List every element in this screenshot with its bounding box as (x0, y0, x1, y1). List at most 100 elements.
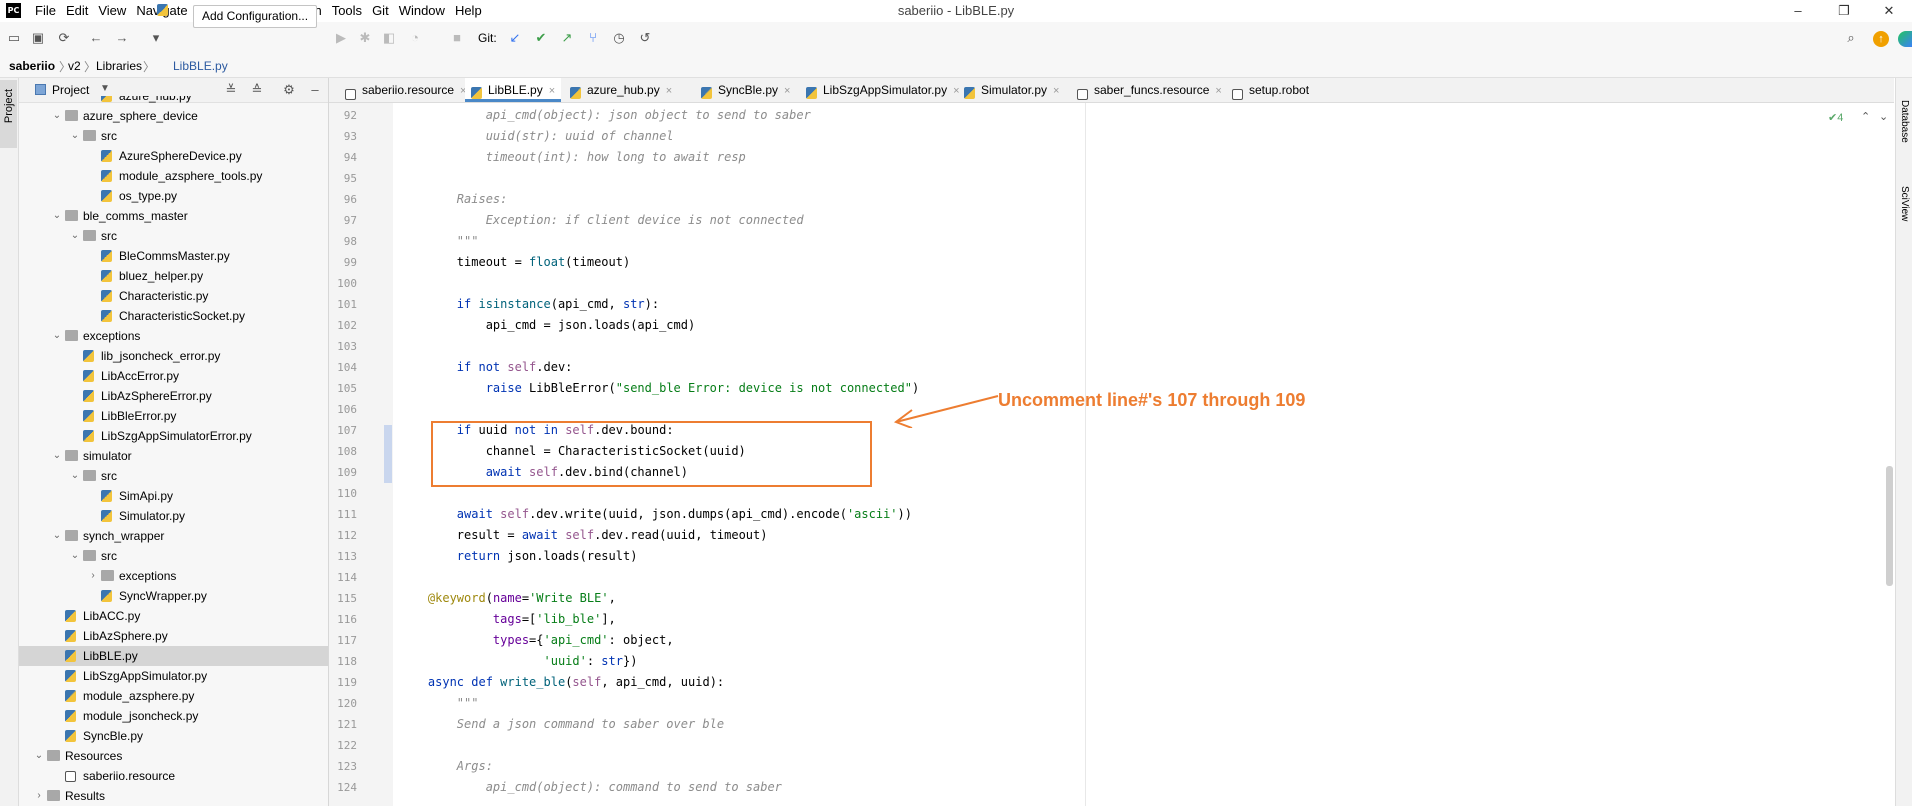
tree-file[interactable]: LibBLE.py (19, 646, 328, 666)
collapse-arrow-icon[interactable]: ⌄ (69, 126, 81, 146)
editor-tab[interactable]: setup.robot (1226, 78, 1315, 102)
code-line[interactable]: if not self.dev: (399, 357, 573, 378)
build-icon[interactable]: ▾ (148, 30, 164, 46)
stop-icon[interactable]: ■ (449, 30, 465, 46)
tree-file[interactable]: LibAccError.py (19, 366, 328, 386)
save-all-icon[interactable]: ▣ (30, 30, 46, 46)
tree-file[interactable]: os_type.py (19, 186, 328, 206)
code-line[interactable]: return json.loads(result) (399, 546, 638, 567)
tree-folder[interactable]: ⌄ exceptions (19, 326, 328, 346)
code-line[interactable]: raise LibBleError("send_ble Error: devic… (399, 378, 920, 399)
tree-file[interactable]: CharacteristicSocket.py (19, 306, 328, 326)
breadcrumb-v2[interactable]: v2 (68, 58, 81, 74)
menu-git[interactable]: Git (367, 2, 394, 20)
tree-folder[interactable]: ⌄ ble_comms_master (19, 206, 328, 226)
previous-highlight-icon[interactable]: ⌃ (1861, 110, 1870, 123)
close-window-button[interactable]: ✕ (1866, 0, 1912, 22)
code-line[interactable]: uuid(str): uuid of channel (399, 126, 674, 147)
tree-file[interactable]: saberiio.resource (19, 766, 328, 786)
menu-file[interactable]: File (30, 2, 61, 20)
tree-folder[interactable]: ⌄ src (19, 546, 328, 566)
tree-file[interactable]: LibSzgAppSimulatorError.py (19, 426, 328, 446)
editor-tab[interactable]: saberiio.resource × (339, 78, 472, 102)
code-line[interactable]: """ (399, 231, 479, 252)
expand-arrow-icon[interactable]: › (87, 566, 99, 586)
sync-icon[interactable]: ⟳ (56, 30, 72, 46)
code-line[interactable]: api_cmd = json.loads(api_cmd) (399, 315, 696, 336)
inspection-widget[interactable]: ✔4 (1828, 111, 1843, 124)
code-line[interactable]: await self.dev.write(uuid, json.dumps(ap… (399, 504, 912, 525)
tree-file[interactable]: lib_jsoncheck_error.py (19, 346, 328, 366)
tree-file[interactable]: SyncWrapper.py (19, 586, 328, 606)
editor-scrollbar-thumb[interactable] (1886, 466, 1893, 586)
tree-file[interactable]: AzureSphereDevice.py (19, 146, 328, 166)
collapse-arrow-icon[interactable]: ⌄ (69, 466, 81, 486)
code-line[interactable]: tags=['lib_ble'], (399, 609, 616, 630)
collapse-arrow-icon[interactable]: ⌄ (51, 526, 63, 546)
tree-folder[interactable]: › exceptions (19, 566, 328, 586)
toolbox-icon[interactable] (1898, 31, 1912, 47)
close-tab-icon[interactable]: × (784, 85, 790, 97)
database-tool-window-tab[interactable]: Database (1899, 100, 1910, 143)
editor-tab[interactable]: Simulator.py × (958, 78, 1065, 102)
close-tab-icon[interactable]: × (1053, 85, 1059, 97)
breadcrumb-file[interactable]: LibBLE.py (173, 58, 228, 74)
collapse-arrow-icon[interactable]: ⌄ (33, 746, 45, 766)
tree-folder[interactable]: ⌄ synch_wrapper (19, 526, 328, 546)
code-line[interactable]: @keyword(name='Write BLE', (399, 588, 616, 609)
code-line[interactable]: timeout = float(timeout) (399, 252, 630, 273)
menu-tools[interactable]: Tools (327, 2, 367, 20)
change-marker[interactable] (384, 425, 392, 483)
collapse-arrow-icon[interactable]: ⌄ (51, 326, 63, 346)
open-folder-icon[interactable]: ▭ (6, 30, 22, 46)
code-line[interactable]: result = await self.dev.read(uuid, timeo… (399, 525, 768, 546)
tree-file[interactable]: SyncBle.py (19, 726, 328, 746)
editor-tab[interactable]: SyncBle.py × (695, 78, 796, 102)
back-icon[interactable]: ← (88, 30, 104, 46)
minimize-button[interactable]: – (1775, 0, 1821, 22)
debug-icon[interactable]: ✱ (357, 30, 373, 46)
tree-folder[interactable]: ⌄ simulator (19, 446, 328, 466)
menu-window[interactable]: Window (394, 2, 450, 20)
next-highlight-icon[interactable]: ⌄ (1879, 110, 1888, 123)
git-rollback-icon[interactable]: ↺ (637, 30, 653, 46)
maximize-button[interactable]: ❐ (1821, 0, 1867, 22)
collapse-arrow-icon[interactable]: ⌄ (51, 106, 63, 126)
git-commit-icon[interactable]: ✔ (533, 30, 549, 46)
tree-file[interactable]: LibSzgAppSimulator.py (19, 666, 328, 686)
collapse-arrow-icon[interactable]: ⌄ (51, 206, 63, 226)
tree-folder[interactable]: › Results (19, 786, 328, 806)
add-configuration-button[interactable]: Add Configuration... (193, 5, 318, 28)
tree-folder[interactable]: ⌄ src (19, 226, 328, 246)
code-line[interactable]: Args: (399, 756, 493, 777)
tree-file[interactable]: bluez_helper.py (19, 266, 328, 286)
tree-file[interactable]: azure_hub.py (19, 96, 328, 106)
git-history-icon[interactable]: ◷ (611, 30, 627, 46)
git-update-icon[interactable]: ↙ (507, 30, 523, 46)
code-line[interactable]: """ (399, 693, 479, 714)
code-line[interactable]: api_cmd(object): json object to send to … (399, 105, 811, 126)
tree-folder[interactable]: ⌄ src (19, 126, 328, 146)
editor-tab[interactable]: azure_hub.py × (564, 78, 678, 102)
collapse-arrow-icon[interactable]: ⌄ (69, 226, 81, 246)
profile-icon[interactable]: ◔ (407, 30, 423, 46)
menu-view[interactable]: View (93, 2, 131, 20)
code-line[interactable]: Send a json command to saber over ble (399, 714, 724, 735)
update-icon[interactable]: ↑ (1873, 31, 1889, 47)
code-line[interactable]: types={'api_cmd': object, (399, 630, 674, 651)
tree-file[interactable]: module_jsoncheck.py (19, 706, 328, 726)
breadcrumb-libraries[interactable]: Libraries (96, 58, 142, 74)
tree-file[interactable]: BleCommsMaster.py (19, 246, 328, 266)
tree-file[interactable]: module_azsphere.py (19, 686, 328, 706)
menu-edit[interactable]: Edit (61, 2, 93, 20)
tree-file[interactable]: LibACC.py (19, 606, 328, 626)
git-branches-icon[interactable]: ⑂ (585, 30, 601, 46)
expand-arrow-icon[interactable]: › (33, 786, 45, 806)
tree-folder[interactable]: ⌄ Resources (19, 746, 328, 766)
project-view-dropdown-icon[interactable]: ▼ (100, 83, 110, 94)
code-line[interactable]: async def write_ble(self, api_cmd, uuid)… (399, 672, 724, 693)
sciview-tool-window-tab[interactable]: SciView (1899, 186, 1910, 221)
code-line[interactable]: 'uuid': str}) (399, 651, 637, 672)
editor-tab[interactable]: saber_funcs.resource × (1071, 78, 1228, 102)
search-icon[interactable]: ⌕ (1843, 30, 1859, 46)
